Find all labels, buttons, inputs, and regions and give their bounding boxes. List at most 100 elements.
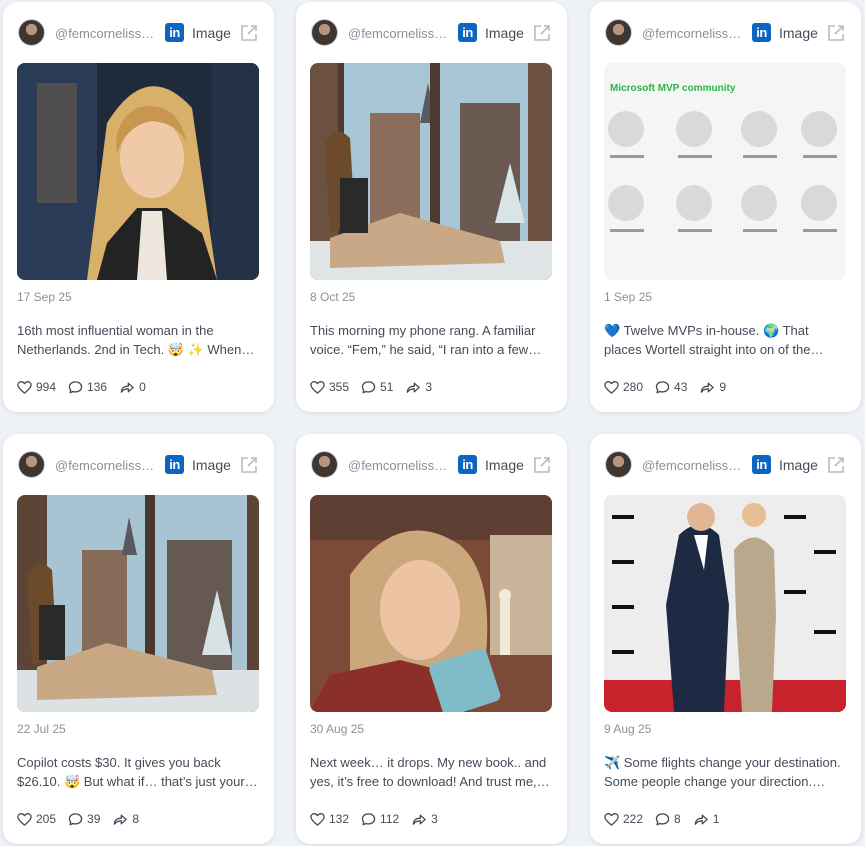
post-card[interactable]: @femcornelissen in Image 30 Aug 25 Next … (296, 434, 567, 844)
post-image[interactable] (17, 495, 259, 712)
engagement-stats: 132 112 3 (310, 810, 450, 828)
comment-icon (68, 380, 83, 395)
post-header: @femcornelissen in Image (17, 18, 262, 48)
post-caption: This morning my phone rang. A familiar v… (310, 323, 536, 357)
linkedin-icon: in (458, 23, 477, 42)
comments-count: 136 (87, 380, 108, 394)
author-handle[interactable]: @femcornelissen (348, 458, 448, 473)
post-date: 17 Sep 25 (17, 290, 72, 304)
post-date: 1 Sep 25 (604, 290, 653, 304)
engagement-stats: 222 8 1 (604, 810, 731, 828)
share-icon (112, 812, 128, 827)
post-type-label: Image (192, 457, 231, 473)
engagement-stats: 280 43 9 (604, 378, 738, 396)
heart-icon (17, 380, 32, 395)
avatar[interactable] (605, 451, 632, 478)
comment-icon (361, 812, 376, 827)
linkedin-icon: in (458, 455, 477, 474)
share-icon (405, 380, 421, 395)
mvp-graphic-title: Microsoft MVP community (610, 83, 736, 94)
post-date: 30 Aug 25 (310, 722, 365, 736)
likes-stat: 280 (604, 380, 643, 395)
external-link-icon[interactable] (826, 455, 846, 475)
linkedin-icon: in (752, 455, 771, 474)
external-link-icon[interactable] (532, 455, 552, 475)
post-card[interactable]: @femcornelissen in Image 17 Sep 25 16th … (3, 2, 274, 412)
comment-icon (68, 812, 83, 827)
linkedin-icon: in (752, 23, 771, 42)
external-link-icon[interactable] (239, 23, 259, 43)
likes-stat: 355 (310, 380, 349, 395)
comments-count: 51 (380, 380, 394, 394)
engagement-stats: 205 39 8 (17, 810, 151, 828)
heart-icon (310, 380, 325, 395)
comments-stat: 51 (361, 380, 393, 395)
author-handle[interactable]: @femcornelissen (642, 458, 742, 473)
heart-icon (604, 812, 619, 827)
author-handle[interactable]: @femcornelissen (348, 26, 448, 41)
comments-stat: 39 (68, 812, 100, 827)
author-handle[interactable]: @femcornelissen (55, 458, 155, 473)
likes-stat: 205 (17, 812, 56, 827)
post-date: 22 Jul 25 (17, 722, 66, 736)
likes-stat: 222 (604, 812, 643, 827)
post-header: @femcornelissen in Image (310, 450, 555, 480)
comments-stat: 112 (361, 812, 399, 827)
post-image[interactable] (604, 495, 846, 712)
shares-stat: 8 (112, 812, 139, 827)
post-type-label: Image (779, 457, 818, 473)
external-link-icon[interactable] (239, 455, 259, 475)
author-handle[interactable]: @femcornelissen (642, 26, 742, 41)
share-icon (699, 380, 715, 395)
avatar[interactable] (605, 19, 632, 46)
post-card[interactable]: @femcornelissen in Image 8 Oct 25 This m… (296, 2, 567, 412)
avatar[interactable] (18, 19, 45, 46)
likes-stat: 132 (310, 812, 349, 827)
likes-count: 222 (623, 812, 644, 826)
external-link-icon[interactable] (532, 23, 552, 43)
post-caption: 16th most influential woman in the Nethe… (17, 323, 242, 357)
avatar[interactable] (18, 451, 45, 478)
comment-icon (655, 380, 670, 395)
post-image[interactable] (17, 63, 259, 280)
post-header: @femcornelissen in Image (17, 450, 262, 480)
avatar[interactable] (311, 451, 338, 478)
likes-count: 994 (36, 380, 57, 394)
post-image[interactable]: Microsoft MVP community (604, 63, 846, 280)
comment-icon (361, 380, 376, 395)
linkedin-icon: in (165, 455, 184, 474)
comments-count: 112 (380, 812, 400, 826)
comments-stat: 8 (655, 812, 681, 827)
post-header: @femcornelissen in Image (604, 450, 849, 480)
comments-stat: 43 (655, 380, 687, 395)
post-type-label: Image (485, 25, 524, 41)
post-image[interactable] (310, 495, 552, 712)
comments-count: 43 (674, 380, 688, 394)
post-type-label: Image (779, 25, 818, 41)
post-image[interactable] (310, 63, 552, 280)
shares-count: 1 (712, 812, 720, 826)
external-link-icon[interactable] (826, 23, 846, 43)
engagement-stats: 994 136 0 (17, 378, 158, 396)
heart-icon (17, 812, 32, 827)
share-icon (693, 812, 709, 827)
post-caption: Next week… it drops. My new book.. and y… (310, 755, 550, 789)
author-handle[interactable]: @femcornelissen (55, 26, 155, 41)
heart-icon (310, 812, 325, 827)
shares-stat: 9 (699, 380, 726, 395)
share-icon (411, 812, 427, 827)
shares-stat: 0 (119, 380, 146, 395)
shares-stat: 1 (693, 812, 720, 827)
post-type-label: Image (192, 25, 231, 41)
post-caption: 💙 Twelve MVPs in-house. 🌍 That places Wo… (604, 323, 811, 357)
likes-stat: 994 (17, 380, 56, 395)
shares-stat: 3 (411, 812, 438, 827)
likes-count: 132 (329, 812, 350, 826)
post-card[interactable]: @femcornelissen in Image 9 Aug 25 ✈️ Som… (590, 434, 861, 844)
shares-count: 9 (719, 380, 727, 394)
post-date: 8 Oct 25 (310, 290, 356, 304)
post-card[interactable]: @femcornelissen in Image Microsoft MVP c… (590, 2, 861, 412)
post-caption: Copilot costs $30. It gives you back $26… (17, 755, 258, 789)
post-card[interactable]: @femcornelissen in Image 22 Jul 25 Copil… (3, 434, 274, 844)
avatar[interactable] (311, 19, 338, 46)
